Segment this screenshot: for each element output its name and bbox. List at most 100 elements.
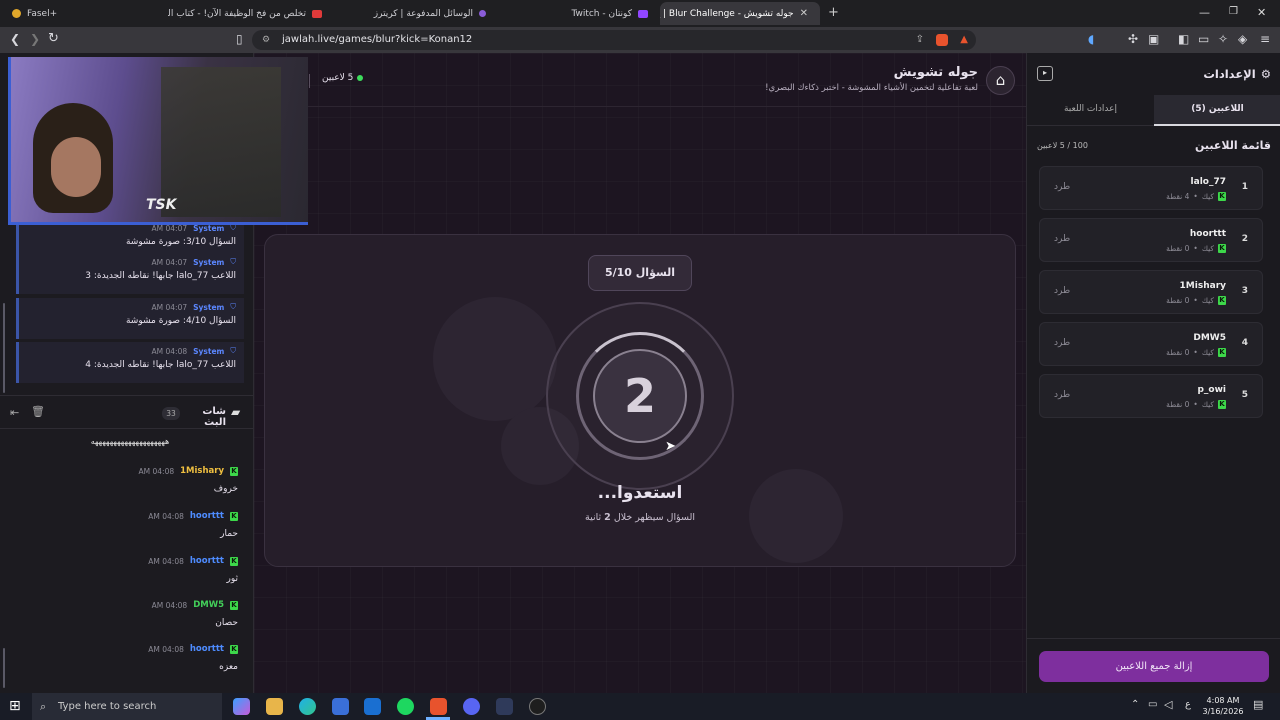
chat-message: K DMW5 04:08 AM حصان [0, 600, 238, 628]
player-row: 4 DMW5 K كيك • 0 نقطة طرد [1039, 322, 1263, 366]
system-sender: System [193, 346, 225, 356]
player-name: DMW5 [1193, 333, 1226, 343]
tab-blur-challenge[interactable]: ✕ جوله تشويش - Blur Challenge | ج... [660, 2, 820, 25]
game-title: جوله تشويش [893, 65, 978, 80]
close-tab-icon[interactable]: ✕ [800, 8, 808, 19]
outlook-icon[interactable] [364, 698, 381, 715]
player-platform: كيك [1201, 400, 1214, 409]
reload-icon[interactable]: ↻ [48, 31, 59, 46]
site-info-icon[interactable]: ⚙ [262, 30, 270, 50]
taskbar-search[interactable]: ⌕ Type here to search [32, 693, 222, 720]
chat-title: شات البث [202, 406, 226, 428]
chat-username[interactable]: hoorttt [190, 644, 224, 654]
player-row: 3 1Mishary K كيك • 0 نقطة طرد [1039, 270, 1263, 314]
tab-book[interactable]: تخلص من فخ الوظيفة الآن! - كتاب الثد... [168, 2, 330, 25]
chat-username[interactable]: 1Mishary [180, 466, 224, 476]
players-online: 5 لاعبين [322, 73, 364, 83]
url-text: jawlah.live/games/blur?kick=Konan12 [282, 34, 473, 45]
message-text: اللاعب lalo_77 جابها! نقاطه الجديدة: 3 [85, 271, 236, 281]
scrollbar[interactable] [3, 303, 5, 393]
kick-player-button[interactable]: طرد [1054, 338, 1070, 348]
webcam-face [51, 137, 101, 197]
discord-icon[interactable] [463, 698, 480, 715]
mouse-cursor-icon: ➤ [665, 439, 676, 454]
network-icon[interactable]: ▭ [1148, 699, 1157, 710]
chat-header: ⇤ 🗑 33 شات البث ▰ [0, 395, 254, 429]
clock-date: 3/16/2026 [1202, 707, 1244, 716]
new-tab-button[interactable]: + [828, 5, 839, 20]
tab-title: الوسائل المدفوعة | كريترز [373, 8, 473, 19]
message-text: خروف [213, 484, 238, 494]
trash-icon[interactable]: 🗑 [31, 405, 45, 418]
decor-circle [433, 297, 557, 421]
settings-tabs: اللاعبين (5) إعدادات اللعبة [1027, 95, 1280, 126]
message-text: معزه [219, 662, 238, 672]
minimize-icon[interactable]: — [1199, 6, 1210, 19]
share-icon[interactable]: ⇪ [916, 30, 924, 50]
tab-critters[interactable]: الوسائل المدفوعة | كريترز [334, 2, 494, 25]
player-points: 0 نقطة [1166, 400, 1190, 409]
kick-player-button[interactable]: طرد [1054, 182, 1070, 192]
kick-player-button[interactable]: طرد [1054, 234, 1070, 244]
message-time: 04:08 AM [138, 466, 175, 476]
file-explorer-icon[interactable] [266, 698, 283, 715]
language-indicator[interactable]: ع [1185, 699, 1191, 710]
clock[interactable]: 4:08 AM 3/16/2026 [1200, 695, 1246, 717]
screenshot-icon[interactable]: ▣ [1148, 32, 1159, 46]
address-bar[interactable]: ⚙ jawlah.live/games/blur?kick=Konan12 ⇪ … [252, 30, 976, 50]
viewer-count-badge: 33 [162, 407, 180, 420]
tab-fasel[interactable]: Fasel+ [4, 2, 154, 25]
collapse-panel-icon[interactable]: ▸ [1037, 66, 1053, 81]
search-icon: ⌕ [40, 700, 47, 713]
players-online-label: 5 لاعبين [322, 73, 354, 83]
kick-player-button[interactable]: طرد [1054, 286, 1070, 296]
audio-playing-icon[interactable]: ◖ [1088, 32, 1094, 46]
sidebar-icon[interactable]: ◧ [1178, 32, 1189, 46]
message-time: 04:08 AM [148, 644, 184, 654]
player-points: 4 نقطة [1166, 192, 1190, 201]
chat-username[interactable]: DMW5 [193, 600, 224, 610]
leo-ai-icon[interactable]: ✧ [1218, 32, 1228, 46]
chat-username[interactable]: hoorttt [190, 511, 224, 521]
edge-icon[interactable] [299, 698, 316, 715]
settings-title: الإعدادات [1203, 67, 1256, 81]
windows-start-icon[interactable]: ⊞ [9, 698, 21, 714]
volume-icon[interactable]: ◁ [1164, 698, 1172, 711]
tab-title: تخلص من فخ الوظيفة الآن! - كتاب الثد... [168, 8, 306, 19]
show-hidden-icons[interactable]: ⌃ [1131, 699, 1139, 710]
restore-icon[interactable]: ❐ [1229, 6, 1238, 17]
menu-icon[interactable]: ≡ [1260, 32, 1270, 46]
back-icon[interactable]: ❮ [10, 32, 20, 46]
extensions-icon[interactable]: ✣ [1128, 32, 1138, 46]
chat-spam-line: ههههههههههههههههههههه [90, 437, 170, 446]
obs-icon[interactable] [529, 698, 546, 715]
bookmark-icon[interactable]: ▯ [236, 32, 243, 46]
remove-all-players-button[interactable]: إزالة جميع اللاعبين [1039, 651, 1269, 682]
store-icon[interactable] [332, 698, 349, 715]
forward-icon[interactable]: ❯ [30, 32, 40, 46]
kick-icon: K [1218, 244, 1226, 253]
copilot-icon[interactable] [233, 698, 250, 715]
collapse-icon[interactable]: ⇤ [10, 406, 19, 419]
brave-rewards-icon[interactable]: ▲ [960, 30, 968, 50]
chat-username[interactable]: hoorttt [190, 556, 224, 566]
chat-scrollbar[interactable] [3, 648, 5, 688]
browser-tab-bar: Fasel+ تخلص من فخ الوظيفة الآن! - كتاب ا… [0, 0, 1280, 27]
tab-game-settings[interactable]: إعدادات اللعبة [1027, 95, 1154, 126]
spotify-icon[interactable] [397, 698, 414, 715]
tasks-icon[interactable] [496, 698, 513, 715]
vpn-icon[interactable]: ◈ [1238, 32, 1247, 46]
twitch-icon [638, 9, 648, 18]
tab-twitch[interactable]: كونتان - Twitch [498, 2, 656, 25]
player-row: 5 p_owi K كيك • 0 نقطة طرد [1039, 374, 1263, 418]
close-window-icon[interactable]: ✕ [1257, 6, 1266, 19]
brave-shields-icon[interactable] [936, 34, 948, 46]
next-question-seconds: 2 [604, 512, 611, 523]
chat-message: Khoorttt 04:08 AM ثور [0, 556, 238, 584]
notifications-icon[interactable]: ▤ [1253, 698, 1263, 711]
wallet-icon[interactable]: ▭ [1198, 32, 1209, 46]
tab-players[interactable]: اللاعبين (5) [1154, 95, 1280, 126]
brave-icon[interactable] [430, 698, 447, 715]
kick-player-button[interactable]: طرد [1054, 390, 1070, 400]
home-icon[interactable]: ⌂ [986, 66, 1015, 95]
